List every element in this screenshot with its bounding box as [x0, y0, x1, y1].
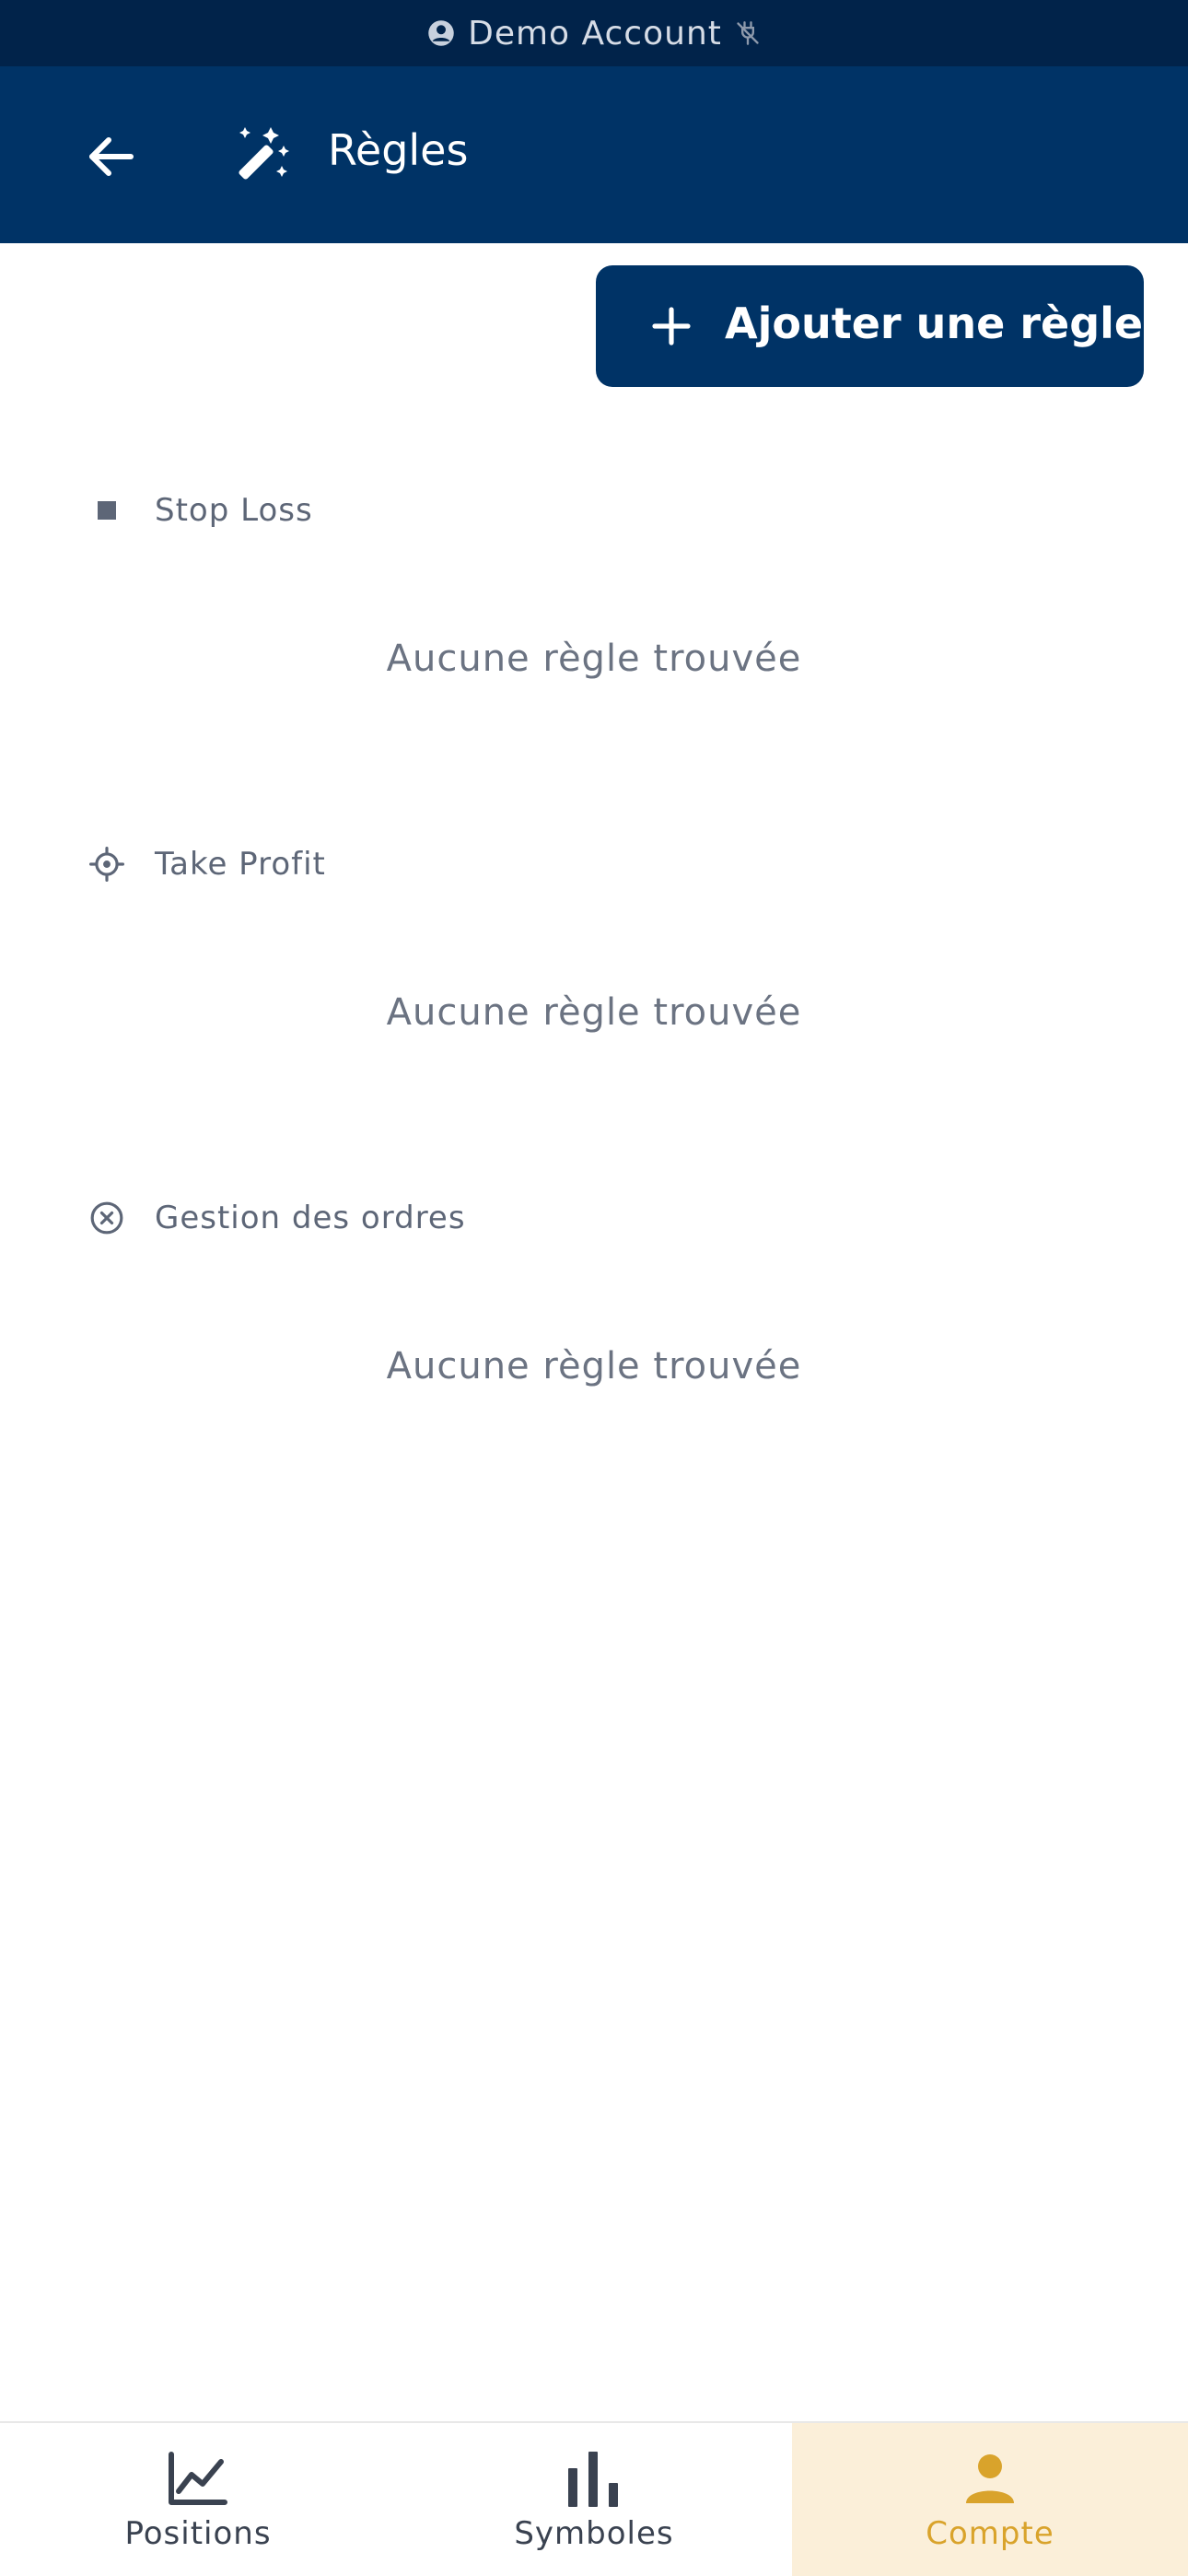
- app-header: Règles: [0, 66, 1188, 243]
- account-label: Demo Account: [468, 14, 722, 53]
- nav-label: Compte: [926, 2515, 1054, 2552]
- section-header: Gestion des ordres: [87, 1190, 466, 1246]
- add-rule-button[interactable]: Ajouter une règle: [596, 265, 1144, 387]
- empty-state-text: Aucune règle trouvée: [386, 991, 802, 1034]
- user-icon: [958, 2449, 1022, 2508]
- nav-item-symbols[interactable]: Symboles: [396, 2423, 792, 2576]
- section-header: Take Profit: [87, 837, 326, 892]
- section-title: Gestion des ordres: [155, 1200, 466, 1236]
- bar-chart-icon: [562, 2449, 626, 2508]
- section-title: Stop Loss: [155, 492, 313, 529]
- magic-wand-icon: [230, 120, 293, 182]
- plus-icon: [649, 304, 693, 348]
- x-circle-icon: [87, 1198, 127, 1238]
- rules-screen: Demo Account Règles Ajouter une règle St…: [0, 0, 1188, 2576]
- add-rule-label: Ajouter une règle: [725, 299, 1144, 348]
- nav-label: Positions: [124, 2515, 272, 2552]
- plug-off-icon: [735, 19, 761, 47]
- user-circle-icon: [427, 19, 455, 47]
- section-take-profit: Take Profit Aucune règle trouvée: [0, 837, 1188, 1076]
- section-title: Take Profit: [155, 846, 326, 883]
- nav-item-account[interactable]: Compte: [792, 2423, 1188, 2576]
- section-header: Stop Loss: [87, 483, 313, 538]
- stop-square-icon: [87, 490, 127, 531]
- section-order-management: Gestion des ordres Aucune règle trouvée: [0, 1190, 1188, 1430]
- empty-state-text: Aucune règle trouvée: [386, 638, 802, 680]
- section-stop-loss: Stop Loss Aucune règle trouvée: [0, 483, 1188, 722]
- status-bar: Demo Account: [0, 0, 1188, 66]
- back-button[interactable]: [74, 122, 147, 195]
- nav-label: Symboles: [514, 2515, 674, 2552]
- empty-state-text: Aucune règle trouvée: [386, 1345, 802, 1388]
- bottom-navigation: Positions Symboles Compte: [0, 2421, 1188, 2576]
- arrow-left-icon: [85, 134, 136, 183]
- page-title: Règles: [328, 125, 469, 175]
- crosshair-icon: [87, 844, 127, 884]
- nav-item-positions[interactable]: Positions: [0, 2423, 396, 2576]
- line-chart-icon: [166, 2449, 230, 2508]
